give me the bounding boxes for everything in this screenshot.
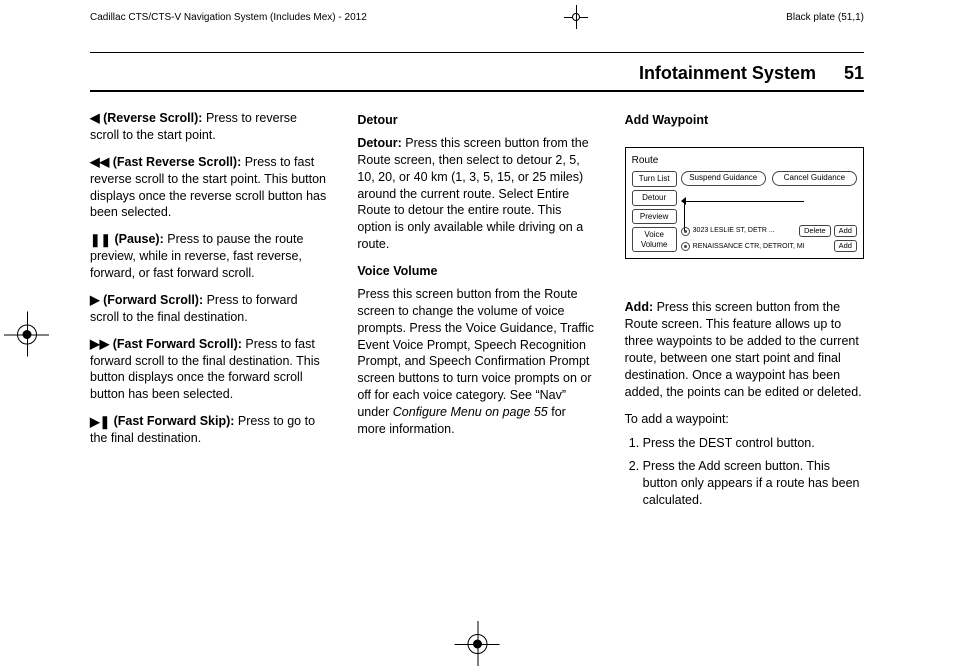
route-figure: Route Turn List Detour Preview Voice Vol…: [625, 147, 864, 259]
fig-row2-text: RENAISSANCE CTR, DETROIT, MI: [693, 242, 831, 251]
step-1: Press the DEST control button.: [643, 435, 864, 452]
reverse-scroll-icon: ◀: [90, 112, 100, 125]
add-run-in: Add:: [625, 300, 653, 314]
route-figure-title: Route: [632, 154, 857, 168]
to-add-waypoint-text: To add a waypoint:: [625, 411, 864, 428]
fig-add-button-2[interactable]: Add: [834, 240, 857, 252]
voice-volume-text-a: Press this screen button from the Route …: [357, 287, 594, 419]
add-text: Press this screen button from the Route …: [625, 300, 862, 398]
fast-forward-skip-label: (Fast Forward Skip):: [114, 414, 235, 428]
forward-scroll-label: (Forward Scroll):: [103, 293, 203, 307]
voice-volume-ref: Configure Menu on page 55: [393, 405, 548, 419]
fig-arrow-icon: [681, 197, 686, 205]
fast-reverse-scroll-icon: ◀◀: [90, 156, 109, 169]
fig-turn-list-button[interactable]: Turn List: [632, 171, 677, 187]
fig-waypoint-icon: [681, 242, 690, 251]
add-waypoint-heading: Add Waypoint: [625, 112, 864, 129]
fig-voice-volume-button[interactable]: Voice Volume: [632, 227, 677, 252]
fig-cancel-guidance-button[interactable]: Cancel Guidance: [772, 171, 857, 186]
plate-label: Black plate (51,1): [786, 12, 864, 23]
crop-mark-left: [4, 312, 49, 357]
column-1: ◀ (Reverse Scroll): Press to reverse scr…: [90, 110, 329, 515]
detour-run-in: Detour:: [357, 136, 401, 150]
fast-forward-skip-icon: ▶❚: [90, 416, 110, 429]
fig-preview-button[interactable]: Preview: [632, 209, 677, 225]
pause-label: (Pause):: [114, 232, 163, 246]
page-number: 51: [844, 63, 864, 84]
detour-text: Press this screen button from the Route …: [357, 136, 588, 251]
crop-mark-top: [564, 5, 588, 29]
voice-volume-heading: Voice Volume: [357, 263, 596, 280]
fast-forward-scroll-label: (Fast Forward Scroll):: [113, 337, 242, 351]
fig-suspend-guidance-button[interactable]: Suspend Guidance: [681, 171, 766, 186]
reverse-scroll-label: (Reverse Scroll):: [103, 111, 202, 125]
fig-delete-button[interactable]: Delete: [799, 225, 831, 237]
fast-forward-scroll-icon: ▶▶: [90, 338, 109, 351]
fig-detour-button[interactable]: Detour: [632, 190, 677, 206]
crop-mark-bottom: [455, 621, 500, 666]
column-3: Add Waypoint Route Turn List Detour Prev…: [625, 110, 864, 515]
forward-scroll-icon: ▶: [90, 294, 100, 307]
step-2: Press the Add screen button. This button…: [643, 458, 864, 509]
fig-waypoint-icon: [681, 227, 690, 236]
page-section-title: Infotainment System: [639, 63, 816, 84]
doc-title: Cadillac CTS/CTS-V Navigation System (In…: [90, 12, 367, 23]
fast-reverse-scroll-label: (Fast Reverse Scroll):: [113, 155, 242, 169]
pause-icon: ❚❚: [90, 234, 111, 247]
fig-row1-text: 3023 LESLIE ST, DETR ...: [693, 226, 796, 235]
detour-heading: Detour: [357, 112, 596, 129]
column-2: Detour Detour: Press this screen button …: [357, 110, 596, 515]
fig-add-button-1[interactable]: Add: [834, 225, 857, 237]
